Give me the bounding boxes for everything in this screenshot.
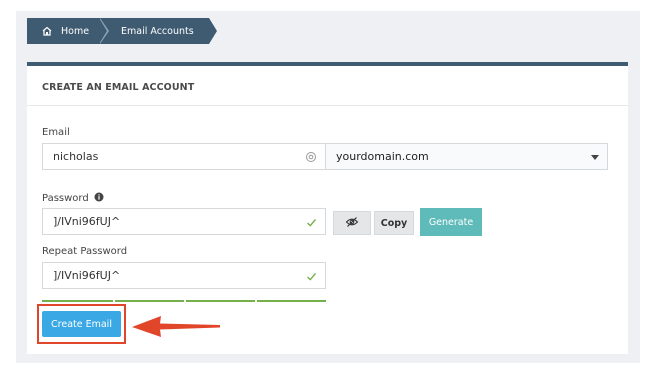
breadcrumb: Home Email Accounts — [27, 18, 217, 44]
breadcrumb-home-label: Home — [61, 25, 90, 37]
password-strength-segment — [257, 300, 326, 302]
breadcrumb-home[interactable]: Home — [27, 18, 109, 44]
toggle-password-visibility-button[interactable] — [333, 211, 371, 235]
domain-select-value: yourdomain.com — [336, 150, 429, 163]
repeat-password-input[interactable]: ]/IVni96fUJ^ — [42, 262, 326, 289]
email-username-value: nicholas — [53, 150, 99, 163]
breadcrumb-current-label: Email Accounts — [121, 25, 194, 37]
checkmark-icon — [305, 216, 317, 228]
home-icon — [41, 25, 53, 37]
password-label: Password — [42, 193, 89, 204]
password-value: ]/IVni96fUJ^ — [53, 215, 121, 228]
at-sign-icon — [305, 151, 317, 163]
password-input[interactable]: ]/IVni96fUJ^ — [42, 208, 326, 235]
info-circle-icon[interactable] — [94, 192, 104, 205]
create-email-button[interactable]: Create Email — [42, 311, 121, 337]
repeat-password-value: ]/IVni96fUJ^ — [53, 269, 121, 282]
password-strength-segment — [115, 300, 184, 302]
email-label: Email — [42, 127, 70, 138]
repeat-password-label: Repeat Password — [42, 246, 128, 257]
red-arrow-icon — [132, 316, 220, 337]
copy-password-button[interactable]: Copy — [374, 211, 414, 235]
email-username-input[interactable]: nicholas — [42, 143, 326, 170]
create-email-button-label: Create Email — [51, 318, 112, 330]
eye-slash-icon — [345, 216, 359, 231]
checkmark-icon — [305, 270, 317, 282]
password-strength-segment — [186, 300, 255, 302]
card-divider — [27, 105, 628, 106]
generate-button-label: Generate — [428, 216, 474, 228]
domain-select[interactable]: yourdomain.com — [325, 143, 608, 170]
caret-down-icon — [591, 155, 599, 160]
password-strength-segment — [42, 300, 113, 302]
breadcrumb-email-accounts[interactable]: Email Accounts — [99, 18, 217, 44]
copy-button-label: Copy — [380, 217, 408, 229]
card-title: CREATE AN EMAIL ACCOUNT — [42, 82, 195, 93]
generate-password-button[interactable]: Generate — [420, 208, 482, 236]
password-label-wrap: Password — [42, 192, 104, 205]
